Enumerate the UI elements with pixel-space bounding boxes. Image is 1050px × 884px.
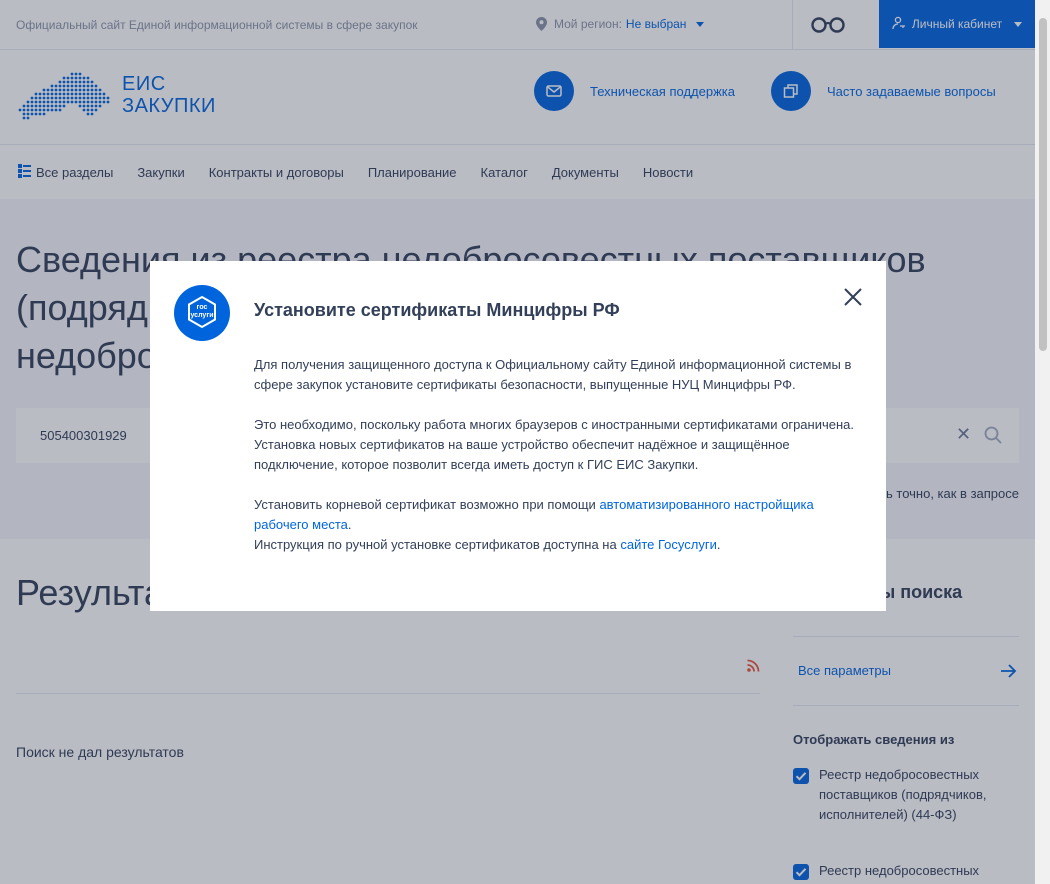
modal-p3-end: .: [347, 517, 352, 532]
modal-p3-text: Установить корневой сертификат возможно …: [254, 497, 600, 512]
modal-paragraph-3: Установить корневой сертификат возможно …: [254, 495, 854, 535]
page: Официальный сайт Единой информационной с…: [0, 0, 1035, 884]
scrollbar-thumb[interactable]: [1039, 18, 1047, 351]
page-scrollbar[interactable]: [1035, 0, 1050, 884]
modal-paragraph-2: Это необходимо, поскольку работа многих …: [254, 417, 854, 472]
certificate-modal: гос услуги Установите сертификаты Минциф…: [150, 261, 886, 611]
gosuslugi-icon-text: гос услуги: [186, 304, 218, 320]
close-icon[interactable]: [843, 287, 863, 307]
modal-title: Установите сертификаты Минцифры РФ: [254, 300, 620, 320]
modal-p4-text: Инструкция по ручной установке сертифика…: [254, 537, 621, 552]
modal-paragraph-1: Для получения защищенного доступа к Офиц…: [254, 357, 852, 392]
modal-paragraph-4: Инструкция по ручной установке сертифика…: [254, 535, 854, 555]
gosuslugi-link[interactable]: сайте Госуслуги: [620, 537, 716, 552]
gosuslugi-icon: гос услуги: [174, 285, 230, 341]
gosuslugi-text-1: гос: [196, 304, 208, 311]
gosuslugi-text-2: услуги: [190, 312, 214, 319]
modal-p4-end: .: [716, 537, 721, 552]
modal-body: Для получения защищенного доступа к Офиц…: [254, 355, 854, 555]
